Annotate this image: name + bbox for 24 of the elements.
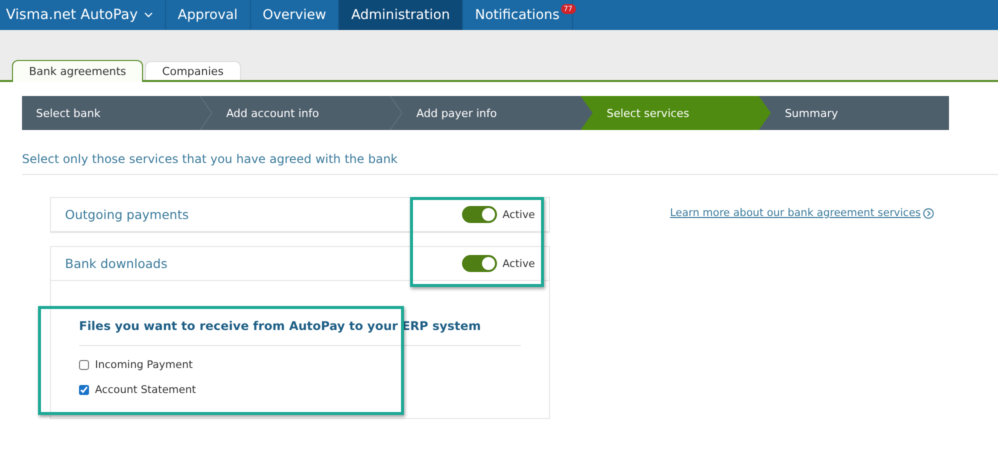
wizard-step[interactable]: Select bank [22, 96, 200, 130]
wizard-step[interactable]: Summary [770, 96, 950, 130]
toggle-switch[interactable] [462, 206, 497, 223]
tab[interactable]: Companies [145, 61, 241, 80]
service-name: Outgoing payments [65, 207, 189, 222]
toggle-status: Active [502, 258, 535, 270]
toggle-status: Active [502, 208, 535, 220]
learn-more-link[interactable]: Learn more about our bank agreement services [670, 206, 934, 220]
wizard-step[interactable]: Add payer info [402, 96, 581, 130]
wizard-step[interactable]: Add account info [212, 96, 390, 130]
wizard-step[interactable]: Select services [580, 96, 771, 130]
instruction-text: Select only those services that you have agreed with the bank [22, 152, 998, 175]
service-name: Bank downloads [65, 256, 168, 271]
checkbox-label: Incoming Payment [95, 359, 193, 371]
checkbox[interactable] [79, 360, 89, 370]
chevron-down-icon [144, 12, 153, 18]
checkbox[interactable] [79, 385, 89, 395]
checkbox-label: Account Statement [95, 384, 196, 396]
chevron-circle-icon [922, 208, 934, 218]
step-separator-icon [200, 96, 212, 130]
toggle-switch[interactable] [462, 255, 497, 272]
nav-tab[interactable]: Administration [339, 0, 463, 30]
tab[interactable]: Bank agreements [12, 60, 144, 82]
step-separator-icon [390, 96, 402, 130]
